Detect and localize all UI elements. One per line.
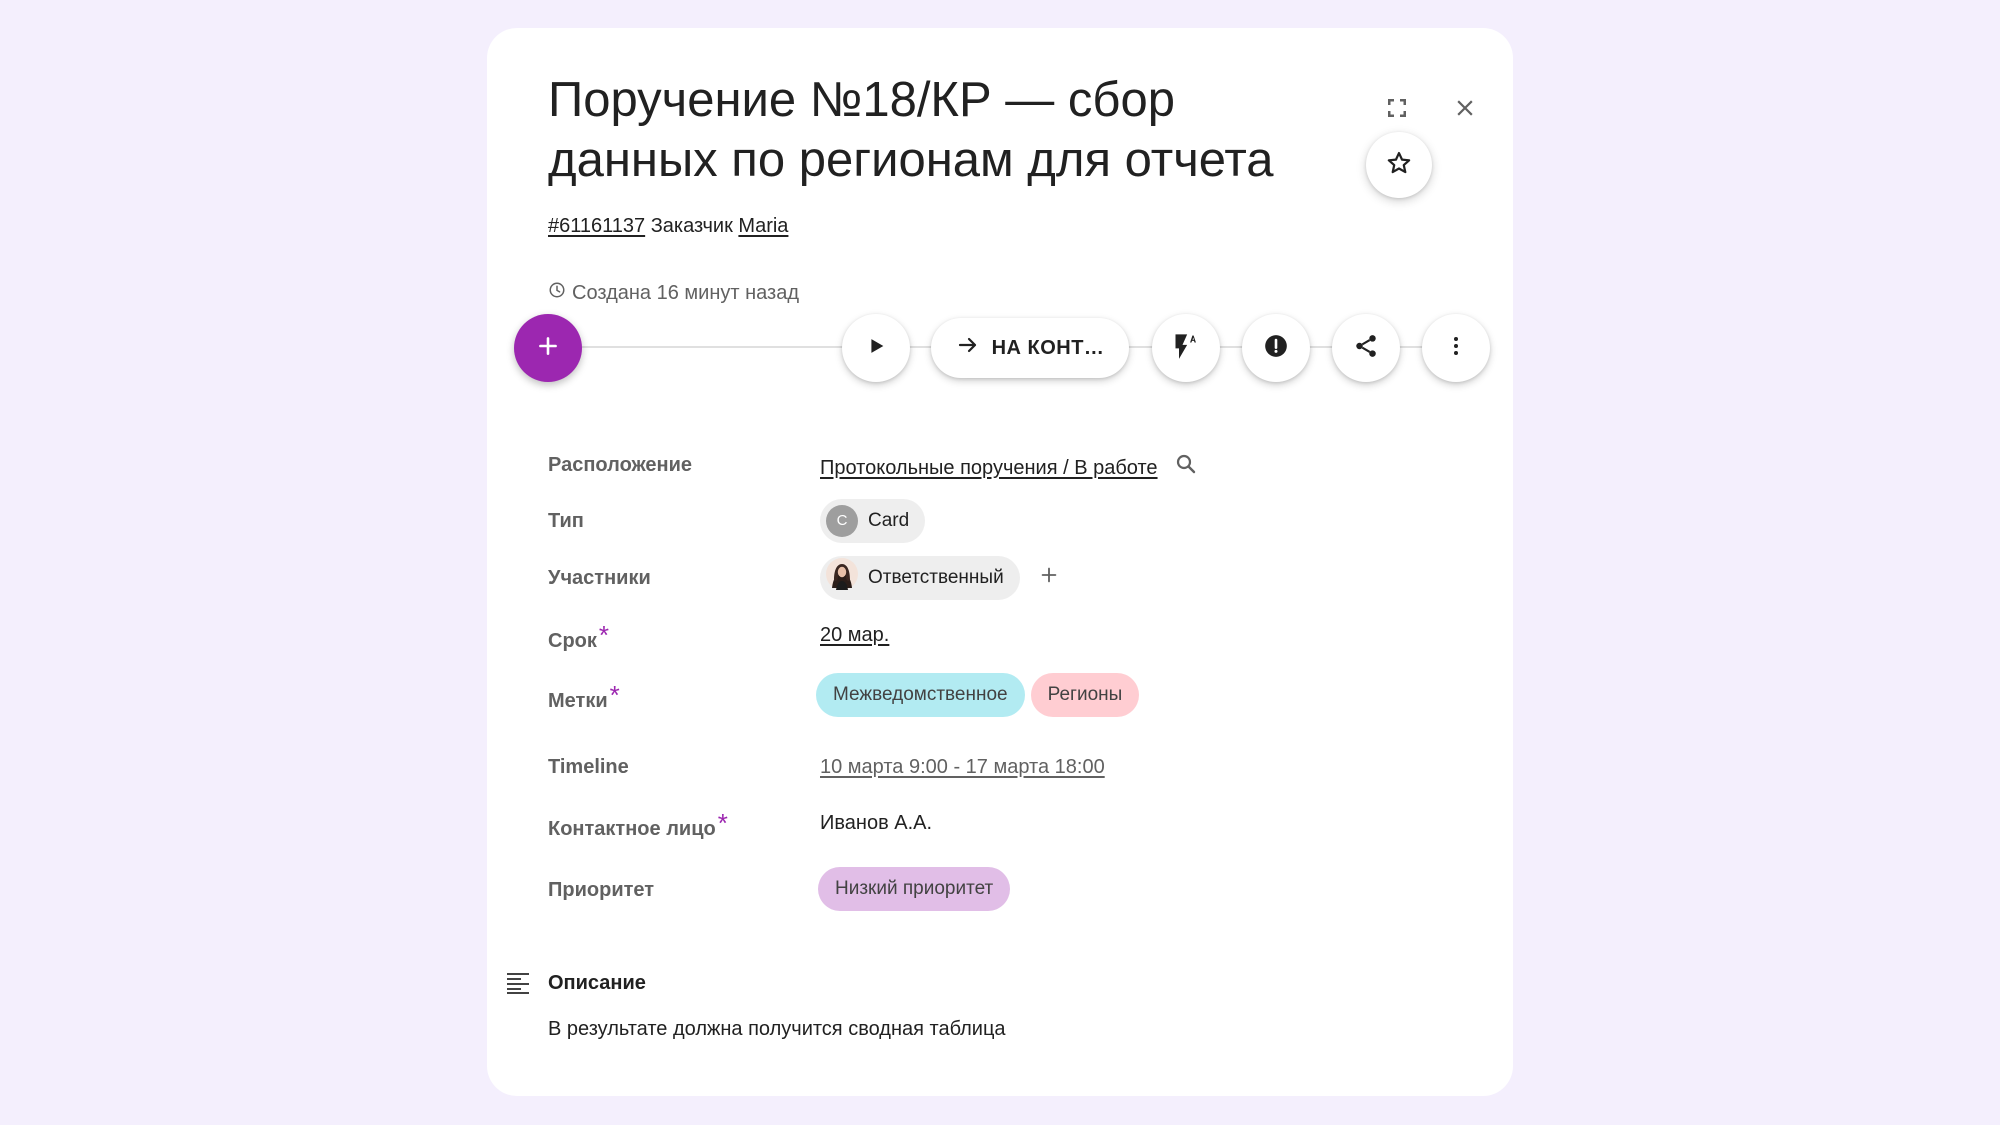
priority-chip[interactable]: Низкий приоритет <box>818 867 1011 911</box>
required-mark: * <box>609 680 620 710</box>
share-icon <box>1353 333 1379 364</box>
add-participant-icon[interactable] <box>1038 564 1060 593</box>
expand-icon[interactable] <box>1377 88 1417 128</box>
location-link[interactable]: Протокольные поручения / В работе <box>820 455 1158 481</box>
deadline-label-text: Срок <box>548 630 597 652</box>
contact-value[interactable]: Иванов А.А. <box>820 810 932 836</box>
location-label: Расположение <box>548 454 693 476</box>
type-avatar: C <box>826 505 858 537</box>
participants-value-row: Ответственный <box>820 556 1060 600</box>
created-time: Создана 16 минут назад <box>548 280 799 306</box>
type-chip[interactable]: C Card <box>820 499 926 543</box>
type-value-row: C Card <box>820 499 926 543</box>
tags-label: Метки* <box>548 682 620 714</box>
favorite-button[interactable] <box>1366 132 1432 198</box>
deadline-value-row: 20 мар. <box>820 622 889 648</box>
participant-chip[interactable]: Ответственный <box>820 556 1020 600</box>
contact-label: Контактное лицо* <box>548 810 728 842</box>
required-mark: * <box>598 620 610 650</box>
location-value-row: Протокольные поручения / В работе <box>820 452 1198 483</box>
tag-chip[interactable]: Регионы <box>1030 673 1140 717</box>
required-mark: * <box>717 808 728 838</box>
participants-label: Участники <box>548 567 651 589</box>
clock-icon <box>548 280 566 306</box>
contact-value-row: Иванов А.А. <box>820 810 932 836</box>
customer-link[interactable]: Maria <box>738 215 788 237</box>
type-label: Тип <box>548 510 584 532</box>
deadline-value[interactable]: 20 мар. <box>820 622 889 648</box>
flash-auto-icon <box>1172 332 1200 365</box>
priority-value-row: Низкий приоритет <box>818 867 1011 911</box>
play-icon <box>865 335 887 362</box>
avatar <box>826 558 858 598</box>
alert-icon <box>1263 333 1289 364</box>
contact-label-text: Контактное лицо <box>548 818 716 840</box>
task-card: Поручение №18/КР — сбор данных по регион… <box>487 28 1513 1096</box>
arrow-right-icon <box>956 333 980 363</box>
alert-button[interactable] <box>1242 314 1310 382</box>
plus-icon <box>535 333 561 364</box>
deadline-label: Срок* <box>548 622 609 654</box>
customer-label: Заказчик <box>650 215 733 237</box>
close-icon[interactable] <box>1443 86 1487 130</box>
priority-label: Приоритет <box>548 879 655 901</box>
share-button[interactable] <box>1332 314 1400 382</box>
task-id-link[interactable]: #61161137 <box>548 215 645 237</box>
type-chip-label: Card <box>868 510 910 531</box>
timeline-value[interactable]: 10 марта 9:00 - 17 марта 18:00 <box>820 754 1105 780</box>
tags-label-text: Метки <box>548 690 608 712</box>
description-text[interactable]: В результате должна получится сводная та… <box>548 1016 1006 1042</box>
move-to-control-button[interactable]: НА КОНТ… <box>931 318 1129 378</box>
description-icon <box>505 971 535 997</box>
more-button[interactable] <box>1422 314 1490 382</box>
task-title[interactable]: Поручение №18/КР — сбор данных по регион… <box>548 70 1348 190</box>
add-button[interactable] <box>514 314 582 382</box>
timeline-label: Timeline <box>548 756 629 778</box>
task-meta: #61161137 Заказчик Maria <box>548 212 788 240</box>
created-text: Создана 16 минут назад <box>572 282 799 304</box>
more-vert-icon <box>1444 334 1468 363</box>
tags-value-row: Межведомственное Регионы <box>816 673 1140 717</box>
participant-chip-label: Ответственный <box>868 567 1004 588</box>
start-button[interactable] <box>842 314 910 382</box>
star-icon <box>1385 149 1413 182</box>
description-title: Описание <box>548 972 646 994</box>
move-to-control-label: НА КОНТ… <box>991 336 1105 359</box>
timeline-value-row: 10 марта 9:00 - 17 марта 18:00 <box>820 754 1105 780</box>
tag-chip[interactable]: Межведомственное <box>816 673 1025 717</box>
search-icon[interactable] <box>1174 452 1198 483</box>
automation-button[interactable] <box>1152 314 1220 382</box>
